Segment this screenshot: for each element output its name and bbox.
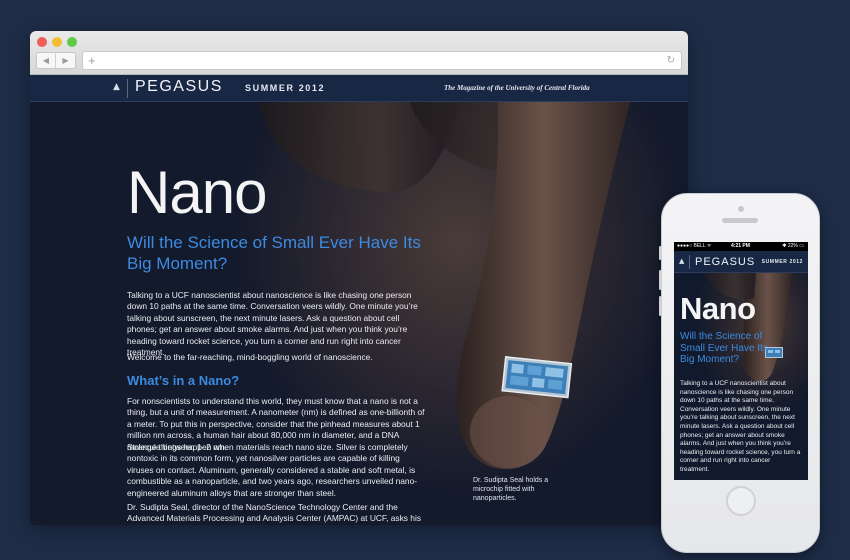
article-welcome: Welcome to the far-reaching, mind-boggli…: [127, 352, 373, 362]
forward-icon[interactable]: ▶: [56, 53, 75, 68]
earpiece-speaker: [722, 218, 758, 223]
phone-screen: ●●●●○ BELL ᯤ 4:21 PM ✱ 22% ▭ ▲ PEGASUS S…: [674, 242, 808, 480]
status-bar: ●●●●○ BELL ᯤ 4:21 PM ✱ 22% ▭: [674, 242, 808, 251]
photo-caption: Dr. Sudipta Seal holds a microchip fitte…: [473, 477, 549, 502]
reload-icon[interactable]: ↻: [667, 53, 675, 68]
up-arrow-icon[interactable]: ▲: [679, 257, 684, 265]
volume-up-button: [659, 270, 662, 290]
volume-down-button: [659, 296, 662, 316]
carrier-signal: ●●●●○ BELL ᯤ: [677, 243, 712, 249]
mobile-body: Talking to a UCF nanoscientist about nan…: [680, 380, 801, 473]
site-logo[interactable]: PEGASUS: [135, 78, 223, 96]
mobile-hero: Nano Will the Science of Small Ever Have…: [674, 273, 808, 480]
microchip-icon: [501, 356, 573, 399]
phone-mockup: ●●●●○ BELL ᯤ 4:21 PM ✱ 22% ▭ ▲ PEGASUS S…: [659, 193, 820, 553]
up-arrow-icon[interactable]: ▲: [113, 82, 120, 92]
mobile-headline: Nano: [680, 291, 756, 326]
status-time: 4:21 PM: [731, 243, 750, 249]
browser-toolbar: ◀ ▶ + ↻: [30, 31, 688, 75]
minimize-window-button[interactable]: [52, 37, 62, 47]
hero-section: Nano Will the Science of Small Ever Have…: [30, 102, 688, 525]
home-button[interactable]: [726, 486, 756, 516]
maximize-window-button[interactable]: [67, 37, 77, 47]
site-header: ▲ PEGASUS SUMMER 2012 The Magazine of th…: [30, 75, 688, 102]
history-nav: ◀ ▶: [36, 52, 76, 69]
site-tagline: The Magazine of the University of Centra…: [444, 84, 590, 92]
logo-divider: [127, 79, 128, 98]
address-bar[interactable]: + ↻: [82, 51, 682, 70]
mobile-site-logo[interactable]: PEGASUS: [695, 256, 755, 268]
mobile-site-header: ▲ PEGASUS SUMMER 2012: [674, 251, 808, 273]
logo-divider: [689, 255, 690, 269]
web-page: ▲ PEGASUS SUMMER 2012 The Magazine of th…: [30, 75, 688, 525]
mute-switch: [659, 246, 662, 260]
back-icon[interactable]: ◀: [37, 53, 56, 68]
issue-label: SUMMER 2012: [245, 83, 326, 93]
article-dek: Will the Science of Small Ever Have Its …: [127, 233, 421, 273]
article-headline: Nano: [127, 159, 267, 226]
mobile-issue-label: SUMMER 2012: [761, 259, 803, 265]
article-paragraph-2: Strange things happen when materials rea…: [127, 442, 418, 498]
front-camera: [738, 206, 744, 212]
article-paragraph-3: Dr. Sudipta Seal, director of the NanoSc…: [127, 502, 422, 525]
browser-window: ◀ ▶ + ↻ ▲ PEGASUS SUMMER 2012 The Magazi…: [30, 31, 688, 525]
mobile-dek: Will the Science of Small Ever Have Its …: [680, 331, 768, 365]
article-intro: Talking to a UCF nanoscientist about nan…: [127, 290, 418, 358]
battery-indicator: ✱ 22% ▭: [782, 243, 804, 249]
article-subhead: What’s in a Nano?: [127, 373, 240, 388]
close-window-button[interactable]: [37, 37, 47, 47]
new-tab-icon[interactable]: +: [88, 53, 96, 68]
